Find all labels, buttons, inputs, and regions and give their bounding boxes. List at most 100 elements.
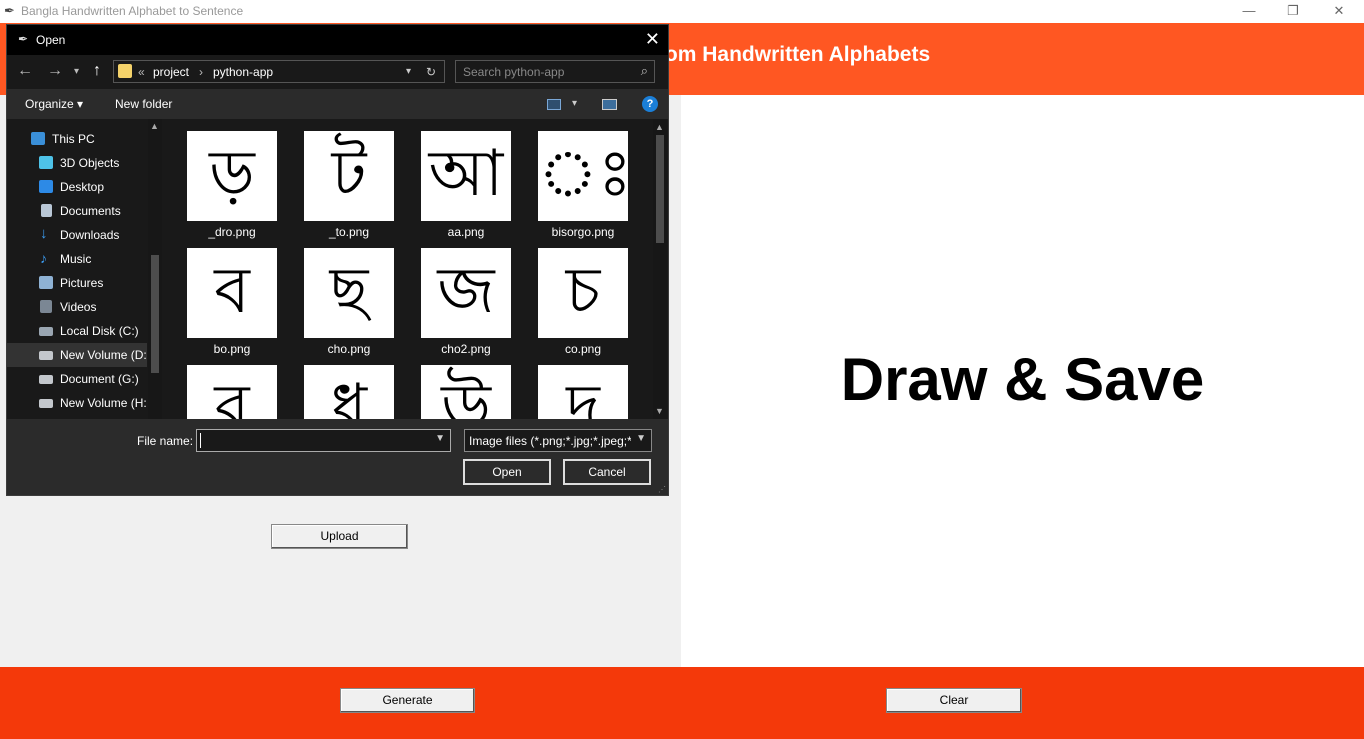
pc-icon xyxy=(31,132,45,145)
address-dropdown-icon[interactable]: ▾ xyxy=(406,66,411,77)
back-arrow-icon[interactable]: ← xyxy=(17,62,33,80)
organize-menu[interactable]: Organize ▾ xyxy=(25,97,83,111)
file-item[interactable]: র xyxy=(172,365,282,419)
file-name: aa.png xyxy=(447,225,485,239)
search-box[interactable]: Search python-app ⌕ xyxy=(455,60,655,83)
nav-item-3d-objects[interactable]: 3D Objects xyxy=(7,151,147,175)
scroll-up-icon[interactable]: ▲ xyxy=(150,121,159,131)
file-name: _to.png xyxy=(328,225,370,239)
drive-icon xyxy=(39,375,53,384)
nav-item-new-volume-d[interactable]: New Volume (D: xyxy=(7,343,147,367)
open-button[interactable]: Open xyxy=(463,459,551,485)
help-icon[interactable]: ? xyxy=(642,96,658,112)
minimize-button[interactable]: — xyxy=(1226,0,1272,23)
file-thumbnail: ব xyxy=(187,248,277,338)
file-thumbnail: চ xyxy=(538,248,628,338)
breadcrumb-project[interactable]: project xyxy=(153,65,189,79)
file-thumbnail: ট xyxy=(304,131,394,221)
pictures-icon xyxy=(39,276,53,289)
clear-button[interactable]: Clear xyxy=(886,688,1022,713)
navigation-pane: This PC 3D Objects Desktop Documents ↓ D… xyxy=(7,119,163,419)
file-item[interactable]: উ xyxy=(406,365,516,419)
file-thumbnail: ছ xyxy=(304,248,394,338)
open-file-dialog: ✒ Open ✕ ← → ▾ ↑ « project › python-app … xyxy=(6,24,669,496)
nav-item-downloads[interactable]: ↓ Downloads xyxy=(7,223,147,247)
cube-icon xyxy=(39,156,53,169)
search-placeholder: Search python-app xyxy=(463,65,565,79)
file-item[interactable]: জ cho2.png xyxy=(406,248,516,363)
drawing-canvas[interactable]: Draw & Save xyxy=(681,95,1364,667)
close-window-button[interactable]: ✕ xyxy=(1316,0,1362,23)
nav-item-new-volume-h[interactable]: New Volume (H: xyxy=(7,391,147,415)
nav-item-music[interactable]: ♪ Music xyxy=(7,247,147,271)
nav-pane-scrollbar[interactable]: ▲ xyxy=(148,119,162,419)
file-item[interactable]: ড় _dro.png xyxy=(172,131,282,246)
nav-item-videos[interactable]: Videos xyxy=(7,295,147,319)
nav-item-this-pc[interactable]: This PC xyxy=(7,127,147,151)
new-folder-button[interactable]: New folder xyxy=(115,97,172,111)
nav-item-documents[interactable]: Documents xyxy=(7,199,147,223)
file-name-label: File name: xyxy=(137,434,194,448)
breadcrumb-separator: › xyxy=(199,65,203,79)
file-type-value: Image files (*.png;*.jpg;*.jpeg;* xyxy=(469,434,631,448)
chevron-down-icon[interactable]: ▼ xyxy=(435,433,445,444)
generate-button[interactable]: Generate xyxy=(340,688,475,713)
file-name: bo.png xyxy=(213,342,251,356)
nav-item-pictures[interactable]: Pictures xyxy=(7,271,147,295)
file-scroll-thumb[interactable] xyxy=(656,135,664,243)
nav-item-desktop[interactable]: Desktop xyxy=(7,175,147,199)
file-list-scrollbar[interactable]: ▲ ▼ xyxy=(653,119,667,419)
file-thumbnail: জ xyxy=(421,248,511,338)
breadcrumb-python-app[interactable]: python-app xyxy=(213,65,273,79)
document-icon xyxy=(41,204,52,217)
navigation-bar: ← → ▾ ↑ « project › python-app ▾ ↻ Searc… xyxy=(7,55,668,89)
view-options-icon[interactable] xyxy=(547,99,561,110)
file-item[interactable]: ব bo.png xyxy=(172,248,282,363)
dialog-bottom-bar: File name: ▼ Image files (*.png;*.jpg;*.… xyxy=(7,419,668,495)
file-item[interactable]: চ co.png xyxy=(523,248,633,363)
nav-item-local-disk-c[interactable]: Local Disk (C:) xyxy=(7,319,147,343)
file-thumbnail: আ xyxy=(421,131,511,221)
nav-scroll-thumb[interactable] xyxy=(151,255,159,373)
file-type-select[interactable]: Image files (*.png;*.jpg;*.jpeg;* ▼ xyxy=(464,429,652,452)
file-thumbnail: উ xyxy=(421,365,511,419)
preview-pane-icon[interactable] xyxy=(602,99,617,110)
restore-button[interactable]: ❐ xyxy=(1270,0,1316,23)
chevron-down-icon[interactable]: ▼ xyxy=(636,433,646,444)
file-item[interactable]: ট _to.png xyxy=(289,131,399,246)
folder-icon xyxy=(118,64,132,78)
footer-bar: Generate Clear xyxy=(0,667,1364,739)
file-item[interactable]: ঃ bisorgo.png xyxy=(523,131,633,246)
resize-grip-icon[interactable]: ⋰ xyxy=(658,485,666,494)
file-thumbnail: দ xyxy=(538,365,628,419)
drive-icon xyxy=(39,327,53,336)
breadcrumb-overflow[interactable]: « xyxy=(138,65,145,79)
file-name: _dro.png xyxy=(208,225,256,239)
file-name: co.png xyxy=(564,342,602,356)
window-title: Bangla Handwritten Alphabet to Sentence xyxy=(21,4,244,18)
dialog-title: Open xyxy=(36,33,66,47)
file-thumbnail: ধ xyxy=(304,365,394,419)
view-dropdown-icon[interactable]: ▾ xyxy=(572,98,577,109)
dialog-titlebar: ✒ Open ✕ xyxy=(7,25,668,55)
upload-button[interactable]: Upload xyxy=(271,524,408,549)
file-name-input[interactable]: ▼ xyxy=(196,429,451,452)
text-caret xyxy=(200,433,201,448)
cancel-button[interactable]: Cancel xyxy=(563,459,651,485)
nav-item-document-g[interactable]: Document (G:) xyxy=(7,367,147,391)
dialog-close-button[interactable]: ✕ xyxy=(645,29,660,50)
address-bar[interactable]: « project › python-app ▾ ↻ xyxy=(113,60,445,83)
drive-icon xyxy=(39,351,53,360)
up-arrow-icon[interactable]: ↑ xyxy=(93,62,101,80)
refresh-icon[interactable]: ↻ xyxy=(426,65,436,79)
scroll-up-icon[interactable]: ▲ xyxy=(655,122,664,132)
recent-locations-icon[interactable]: ▾ xyxy=(74,66,79,77)
file-item[interactable]: দ xyxy=(523,365,633,419)
file-item[interactable]: ধ xyxy=(289,365,399,419)
desktop-icon xyxy=(39,180,53,193)
scroll-down-icon[interactable]: ▼ xyxy=(655,406,664,416)
file-item[interactable]: আ aa.png xyxy=(406,131,516,246)
drive-icon xyxy=(39,399,53,408)
file-item[interactable]: ছ cho.png xyxy=(289,248,399,363)
forward-arrow-icon[interactable]: → xyxy=(47,62,63,80)
